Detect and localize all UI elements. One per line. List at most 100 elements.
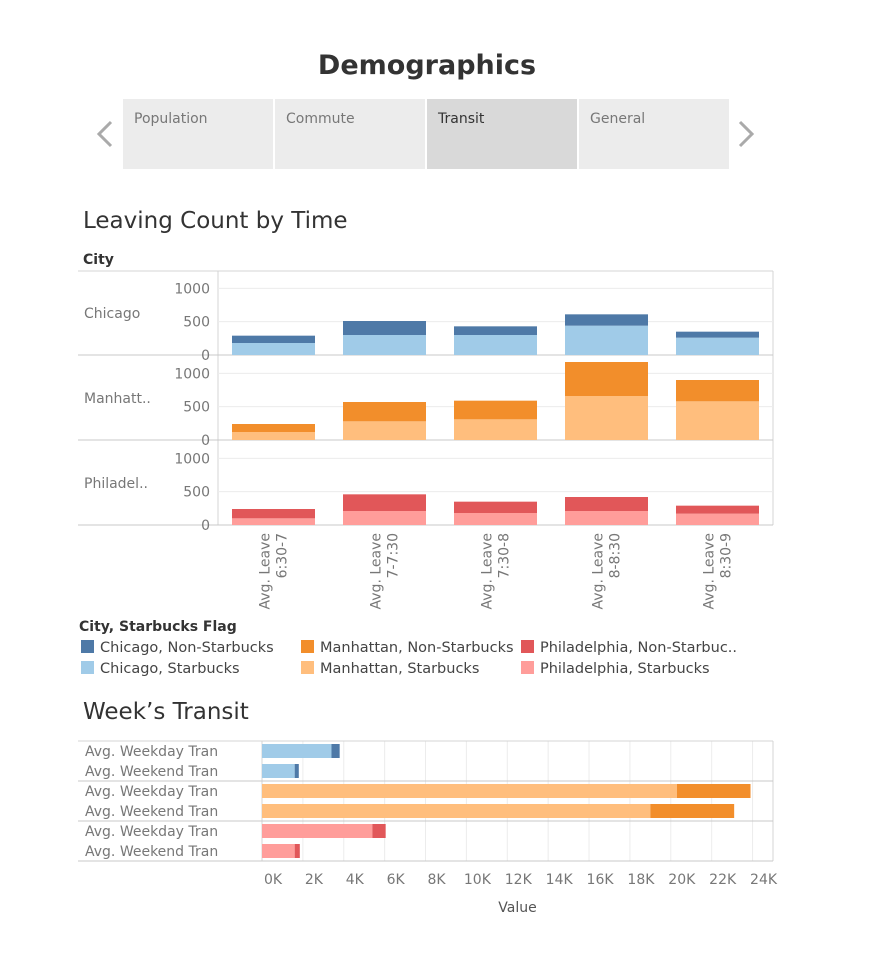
row-label: Avg. Weekend Tran <box>85 844 218 860</box>
x-tick-label-line: 6:30-7 <box>275 533 291 578</box>
legend-label: Manhattan, Non-Starbucks <box>320 640 514 656</box>
x-tick-label: 20K <box>668 872 696 888</box>
row-label: Avg. Weekend Tran <box>85 804 218 820</box>
bar <box>454 513 537 525</box>
y-tick-label: 500 <box>183 400 210 416</box>
x-tick-label: Avg. Leave 7-7:30 <box>369 533 402 609</box>
x-tick-label: 6K <box>387 872 406 888</box>
bar <box>454 501 537 513</box>
bar <box>232 509 315 519</box>
bar <box>676 380 759 402</box>
x-tick-label-line: Avg. Leave <box>591 533 607 609</box>
bar <box>454 400 537 420</box>
bar <box>372 824 386 838</box>
bar <box>565 396 648 440</box>
legend-title: City, Starbucks Flag <box>79 619 237 635</box>
row-label: Avg. Weekday Tran <box>85 824 218 840</box>
bar <box>343 335 426 355</box>
leaving-count-chart: 0 500 1000 Chicago 0 500 1000 Manhatt.. 0 500 1000… <box>78 270 774 609</box>
transit-chart-title: Week’s Transit <box>83 699 249 725</box>
bar <box>262 764 295 778</box>
legend-item[interactable]: Philadelphia, Non-Starbuc.. <box>521 640 737 656</box>
bar <box>343 402 426 422</box>
row-label: Chicago <box>84 306 140 322</box>
bar <box>343 511 426 525</box>
bar <box>676 337 759 355</box>
x-tick-label: Avg. Leave 7:30-8 <box>480 533 513 609</box>
y-tick-label: 1000 <box>174 451 210 467</box>
y-tick-label: 1000 <box>174 281 210 297</box>
x-tick-label-line: Avg. Leave <box>258 533 274 609</box>
x-tick-label-line: 8-8:30 <box>608 533 624 578</box>
bar <box>232 518 315 525</box>
row-label: Avg. Weekend Tran <box>85 764 218 780</box>
bar <box>454 326 537 335</box>
legend-swatch <box>521 661 534 674</box>
y-tick-label: 0 <box>201 433 210 449</box>
x-tick-label-line: 7-7:30 <box>386 533 402 578</box>
x-tick-label-line: 7:30-8 <box>497 533 513 578</box>
x-tick-label: 2K <box>305 872 324 888</box>
legend-item[interactable]: Manhattan, Non-Starbucks <box>301 640 514 656</box>
bar <box>232 424 315 432</box>
bar <box>565 362 648 396</box>
legend-label: Philadelphia, Non-Starbuc.. <box>540 640 738 656</box>
x-tick-label: Avg. Leave 8-8:30 <box>591 533 624 609</box>
row-label: Avg. Weekday Tran <box>85 784 218 800</box>
bar <box>676 401 759 440</box>
bar <box>331 744 340 758</box>
bar <box>262 744 332 758</box>
y-tick-label: 1000 <box>174 366 210 382</box>
x-tick-label-line: 8:30-9 <box>719 533 735 578</box>
bar <box>565 511 648 525</box>
bar <box>232 343 315 355</box>
legend-label: Chicago, Non-Starbucks <box>100 640 274 656</box>
x-tick-label-line: Avg. Leave <box>369 533 385 609</box>
bar <box>232 432 315 440</box>
legend-swatch <box>301 661 314 674</box>
x-tick-label: 14K <box>546 872 574 888</box>
bar <box>676 513 759 525</box>
y-tick-label: 500 <box>183 315 210 331</box>
bar <box>262 784 677 798</box>
x-tick-label-line: Avg. Leave <box>480 533 496 609</box>
bar <box>454 419 537 440</box>
legend-item[interactable]: Philadelphia, Starbucks <box>521 661 710 677</box>
bar <box>565 325 648 355</box>
legend-item[interactable]: Chicago, Starbucks <box>81 661 240 677</box>
x-tick-label-line: Avg. Leave <box>702 533 718 609</box>
x-tick-label: 8K <box>427 872 446 888</box>
legend-item[interactable]: Chicago, Non-Starbucks <box>81 640 274 656</box>
legend-item[interactable]: Manhattan, Starbucks <box>301 661 479 677</box>
legend-label: Chicago, Starbucks <box>100 661 240 677</box>
x-tick-label: 0K <box>264 872 283 888</box>
x-tick-label: Avg. Leave 8:30-9 <box>702 533 735 609</box>
bar <box>343 421 426 440</box>
row-label: Manhatt.. <box>84 391 151 407</box>
legend-label: Manhattan, Starbucks <box>320 661 480 677</box>
row-label: Philadel.. <box>84 476 148 492</box>
bar <box>232 335 315 343</box>
y-tick-label: 0 <box>201 348 210 364</box>
weeks-transit-chart: 0K 2K 4K 6K 8K 10K 12K 14K 16K 18K 20K 22K 24K Avg. W… <box>78 740 778 916</box>
bar <box>650 804 735 818</box>
x-tick-label: 16K <box>587 872 615 888</box>
x-tick-label: 22K <box>709 872 737 888</box>
bar <box>343 494 426 511</box>
y-tick-label: 0 <box>201 518 210 534</box>
legend-swatch <box>81 640 94 653</box>
bar <box>565 497 648 511</box>
x-axis-label: Value <box>498 900 536 916</box>
bar <box>676 784 751 798</box>
bar <box>676 331 759 338</box>
bar <box>676 505 759 514</box>
y-tick-label: 500 <box>183 485 210 501</box>
x-tick-label: 24K <box>750 872 778 888</box>
x-tick-label: 4K <box>346 872 365 888</box>
bar <box>565 314 648 326</box>
x-tick-label: 18K <box>627 872 655 888</box>
x-tick-label: 10K <box>464 872 492 888</box>
legend-swatch <box>81 661 94 674</box>
bar <box>294 844 300 858</box>
bar <box>262 824 373 838</box>
